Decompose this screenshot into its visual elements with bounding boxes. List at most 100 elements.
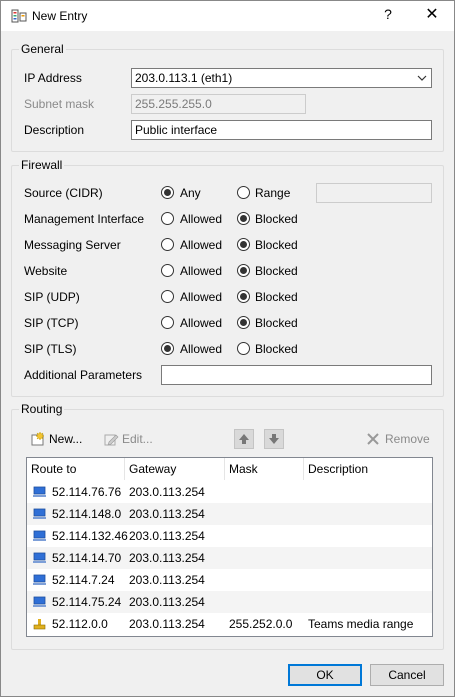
allowed-radio[interactable] bbox=[161, 264, 174, 277]
description-cell: Teams media range bbox=[308, 617, 414, 631]
subnet-mask-field: 255.255.255.0 bbox=[131, 94, 306, 114]
blocked-label: Blocked bbox=[255, 316, 298, 330]
table-row[interactable]: 52.112.0.0 203.0.113.254 255.252.0.0 Teams … bbox=[27, 613, 432, 635]
edit-route-label: Edit... bbox=[122, 432, 153, 446]
network-route-icon bbox=[33, 596, 46, 607]
window-title: New Entry bbox=[32, 9, 88, 23]
column-header-gateway[interactable]: Gateway bbox=[125, 458, 225, 480]
blocked-label: Blocked bbox=[255, 212, 298, 226]
arrow-down-icon bbox=[269, 434, 279, 444]
table-row[interactable]: 52.114.148.0 203.0.113.254 bbox=[27, 503, 432, 525]
network-route-icon bbox=[33, 552, 46, 563]
source-cidr-label: Source (CIDR) bbox=[24, 186, 103, 200]
firewall-rule-label: SIP (UDP) bbox=[24, 290, 80, 304]
table-row[interactable]: 52.114.132.46 203.0.113.254 bbox=[27, 525, 432, 547]
allowed-radio[interactable] bbox=[161, 290, 174, 303]
blocked-label: Blocked bbox=[255, 342, 298, 356]
additional-parameters-label: Additional Parameters bbox=[24, 368, 143, 382]
help-button[interactable]: ? bbox=[381, 6, 395, 24]
route-cell: 52.114.14.70 bbox=[52, 551, 122, 565]
allowed-label: Allowed bbox=[180, 264, 223, 278]
gateway-cell: 203.0.113.254 bbox=[129, 485, 205, 499]
gateway-cell: 203.0.113.254 bbox=[129, 595, 205, 609]
source-any-radio[interactable] bbox=[161, 186, 174, 199]
firewall-rule-label: Messaging Server bbox=[24, 238, 121, 252]
blocked-label: Blocked bbox=[255, 264, 298, 278]
source-any-label: Any bbox=[180, 186, 201, 200]
description-field[interactable]: Public interface bbox=[131, 120, 432, 140]
allowed-radio[interactable] bbox=[161, 212, 174, 225]
allowed-label: Allowed bbox=[180, 316, 223, 330]
route-cell: 52.114.76.76 bbox=[52, 485, 122, 499]
table-row[interactable]: 52.114.75.24 203.0.113.254 bbox=[27, 591, 432, 613]
gateway-cell: 203.0.113.254 bbox=[129, 573, 205, 587]
allowed-radio[interactable] bbox=[161, 342, 174, 355]
gateway-cell: 203.0.113.254 bbox=[129, 551, 205, 565]
blocked-label: Blocked bbox=[255, 238, 298, 252]
source-range-field bbox=[316, 183, 432, 203]
routing-group-title: Routing bbox=[19, 402, 65, 416]
firewall-rule-label: Management Interface bbox=[24, 212, 145, 226]
allowed-radio[interactable] bbox=[161, 316, 174, 329]
arrow-up-icon bbox=[239, 434, 249, 444]
gateway-cell: 203.0.113.254 bbox=[129, 617, 205, 631]
table-row[interactable]: 52.114.14.70 203.0.113.254 bbox=[27, 547, 432, 569]
allowed-radio[interactable] bbox=[161, 238, 174, 251]
move-up-button[interactable] bbox=[234, 429, 254, 449]
remove-route-label: Remove bbox=[385, 432, 430, 446]
table-row[interactable]: 52.114.7.24 203.0.113.254 bbox=[27, 569, 432, 591]
route-cell: 52.112.0.0 bbox=[52, 617, 108, 631]
close-button[interactable]: ✕ bbox=[422, 5, 442, 25]
column-header-route[interactable]: Route to bbox=[27, 458, 125, 480]
network-route-icon bbox=[33, 574, 46, 585]
remove-icon bbox=[367, 433, 379, 445]
allowed-label: Allowed bbox=[180, 212, 223, 226]
blocked-radio[interactable] bbox=[237, 264, 250, 277]
new-route-label: New... bbox=[49, 432, 83, 446]
allowed-label: Allowed bbox=[180, 290, 223, 304]
description-label: Description bbox=[24, 123, 85, 137]
source-range-radio[interactable] bbox=[237, 186, 250, 199]
column-header-mask[interactable]: Mask bbox=[225, 458, 304, 480]
network-route-icon bbox=[33, 530, 46, 541]
network-route-icon bbox=[33, 486, 46, 497]
title-bar: New Entry ? ✕ bbox=[1, 1, 454, 31]
firewall-group-title: Firewall bbox=[19, 158, 65, 172]
route-cell: 52.114.7.24 bbox=[52, 573, 115, 587]
cancel-button[interactable]: Cancel bbox=[370, 664, 444, 686]
ip-address-value: 203.0.113.1 (eth1) bbox=[135, 71, 233, 85]
ok-button[interactable]: OK bbox=[288, 664, 362, 686]
blocked-radio[interactable] bbox=[237, 212, 250, 225]
subnet-route-icon bbox=[33, 619, 46, 630]
gateway-cell: 203.0.113.254 bbox=[129, 507, 205, 521]
blocked-radio[interactable] bbox=[237, 238, 250, 251]
dialog-window: New Entry ? ✕ General IP Address 203.0.1… bbox=[0, 0, 455, 697]
chevron-down-icon bbox=[417, 69, 427, 87]
network-config-icon bbox=[11, 9, 27, 23]
ip-address-label: IP Address bbox=[24, 71, 82, 85]
table-row[interactable]: 52.114.76.76 203.0.113.254 bbox=[27, 481, 432, 503]
route-cell: 52.114.148.0 bbox=[52, 507, 122, 521]
gateway-cell: 203.0.113.254 bbox=[129, 529, 205, 543]
subnet-mask-label: Subnet mask bbox=[24, 97, 95, 111]
source-range-label: Range bbox=[255, 186, 291, 200]
allowed-label: Allowed bbox=[180, 238, 223, 252]
routes-table: Route to Gateway Mask Description 52.114… bbox=[26, 457, 433, 637]
network-route-icon bbox=[33, 508, 46, 519]
firewall-rule-label: SIP (TCP) bbox=[24, 316, 79, 330]
move-down-button[interactable] bbox=[264, 429, 284, 449]
mask-cell: 255.252.0.0 bbox=[229, 617, 293, 631]
blocked-label: Blocked bbox=[255, 290, 298, 304]
blocked-radio[interactable] bbox=[237, 316, 250, 329]
blocked-radio[interactable] bbox=[237, 290, 250, 303]
general-group-title: General bbox=[19, 42, 66, 56]
column-header-description[interactable]: Description bbox=[304, 458, 432, 480]
ip-address-select[interactable]: 203.0.113.1 (eth1) bbox=[131, 68, 432, 88]
additional-parameters-field[interactable] bbox=[161, 365, 432, 385]
route-cell: 52.114.75.24 bbox=[52, 595, 122, 609]
edit-icon bbox=[104, 434, 119, 446]
blocked-radio[interactable] bbox=[237, 342, 250, 355]
firewall-rule-label: Website bbox=[24, 264, 68, 278]
new-item-icon bbox=[31, 431, 45, 446]
allowed-label: Allowed bbox=[180, 342, 223, 356]
